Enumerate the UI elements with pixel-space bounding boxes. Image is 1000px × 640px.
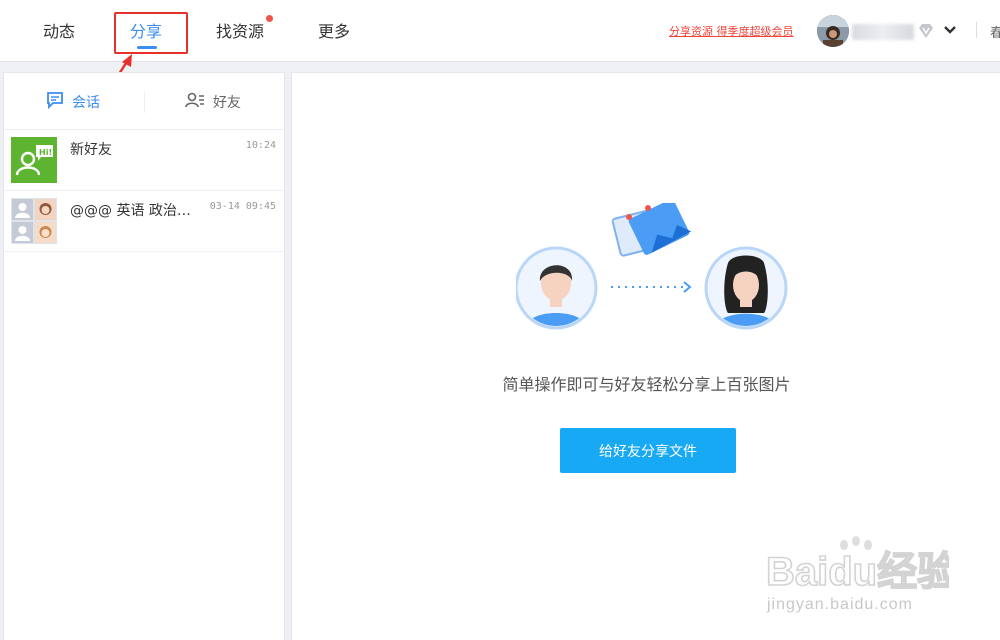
notification-dot: [266, 15, 273, 22]
female-user-icon: [704, 246, 788, 330]
tab-friends[interactable]: 好友: [185, 91, 241, 113]
conversation-name: 新好友: [70, 142, 112, 158]
dotted-arrow-icon: [611, 281, 692, 293]
promo-link[interactable]: 分享资源 得季度超级会员: [669, 23, 794, 39]
tab-friends-label: 好友: [213, 95, 241, 111]
tab-divider: [144, 91, 145, 113]
nav-tab-more[interactable]: 更多: [318, 18, 350, 42]
contacts-icon: [185, 91, 213, 113]
truncated-header-text[interactable]: 春: [990, 22, 1000, 41]
top-navigation-bar: 动态 分享 找资源 更多 分享资源 得季度超级会员 春: [0, 0, 1000, 62]
chevron-down-icon[interactable]: [942, 22, 958, 42]
vip-diamond-icon: [917, 23, 935, 43]
watermark-brand: Baidu经验: [766, 550, 949, 593]
conversation-time: 03-14 09:45: [209, 201, 276, 212]
nav-tab-dongtai[interactable]: 动态: [43, 18, 75, 42]
conversation-name: @@@ 英语 政治…: [70, 203, 191, 219]
svg-text:Hi!: Hi!: [39, 148, 52, 157]
baidu-watermark-logo: Baidu经验: [765, 536, 949, 593]
tab-chat-label: 会话: [72, 95, 100, 111]
male-user-icon: [516, 246, 598, 330]
annotation-highlight-box: [114, 12, 188, 54]
share-to-friend-button[interactable]: 给好友分享文件: [560, 428, 736, 473]
conversation-sidebar: 会话 好友 Hi! 新好友 10:24 @@@ 英语 政治… 03-14 09:…: [3, 72, 285, 640]
photo-stack-icon: [611, 203, 692, 257]
header-divider: [976, 22, 977, 38]
user-avatar[interactable]: [817, 15, 849, 47]
chat-icon: [46, 91, 72, 113]
conversation-item-new-friend[interactable]: Hi! 新好友 10:24: [4, 130, 284, 191]
nav-tab-find-resources[interactable]: 找资源: [216, 18, 264, 42]
tab-chat[interactable]: 会话: [46, 91, 100, 113]
username-blurred: [852, 24, 914, 40]
share-illustration: [516, 203, 788, 330]
new-friend-icon: Hi!: [11, 137, 57, 183]
group-avatar: [11, 198, 57, 244]
watermark-url: jingyan.baidu.com: [767, 596, 913, 613]
conversation-time: 10:24: [245, 140, 276, 151]
sidebar-tabs: 会话 好友: [4, 73, 284, 130]
conversation-item-group[interactable]: @@@ 英语 政治… 03-14 09:45: [4, 191, 284, 252]
share-caption: 简单操作即可与好友轻松分享上百张图片: [502, 375, 791, 394]
